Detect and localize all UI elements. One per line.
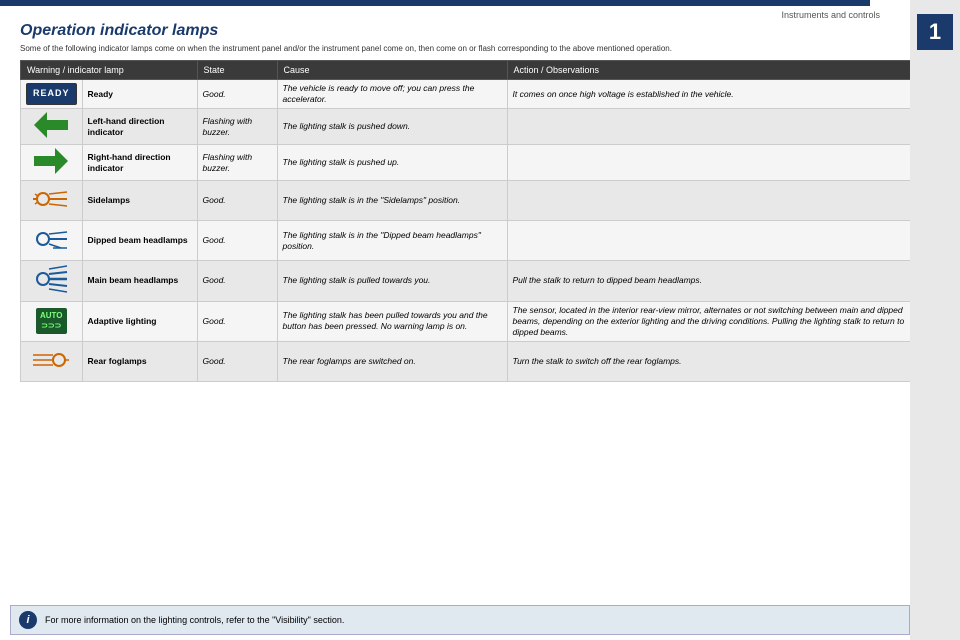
col-cause: Cause	[277, 61, 507, 80]
indicator-table: Warning / indicator lamp State Cause Act…	[20, 60, 920, 382]
info-text: For more information on the lighting con…	[45, 615, 344, 625]
table-row: Main beam headlamps Good. The lighting s…	[21, 261, 920, 301]
row-state: Flashing with buzzer.	[197, 109, 277, 145]
col-state: State	[197, 61, 277, 80]
row-state: Flashing with buzzer.	[197, 145, 277, 181]
row-action: It comes on once high voltage is establi…	[507, 80, 919, 109]
col-action: Action / Observations	[507, 61, 919, 80]
row-icon	[21, 109, 83, 145]
page-subtitle: Some of the following indicator lamps co…	[20, 43, 900, 54]
row-state: Good.	[197, 80, 277, 109]
row-icon	[21, 261, 83, 301]
table-row: READY Ready Good. The vehicle is ready t…	[21, 80, 920, 109]
row-cause: The lighting stalk is pushed up.	[277, 145, 507, 181]
row-name: Adaptive lighting	[82, 301, 197, 341]
row-cause: The lighting stalk is pushed down.	[277, 109, 507, 145]
table-row: Sidelamps Good. The lighting stalk is in…	[21, 181, 920, 221]
row-state: Good.	[197, 261, 277, 301]
row-state: Good.	[197, 221, 277, 261]
row-name: Main beam headlamps	[82, 261, 197, 301]
row-icon	[21, 221, 83, 261]
row-name: Ready	[82, 80, 197, 109]
row-name: Rear foglamps	[82, 341, 197, 381]
tab-number: 1	[917, 14, 953, 50]
page-title: Operation indicator lamps	[20, 22, 940, 40]
row-state: Good.	[197, 181, 277, 221]
right-tab: 1	[910, 0, 960, 640]
row-cause: The rear foglamps are switched on.	[277, 341, 507, 381]
row-cause: The lighting stalk is pulled towards you…	[277, 261, 507, 301]
row-state: Good.	[197, 301, 277, 341]
table-row: Left-hand direction indicator Flashing w…	[21, 109, 920, 145]
table-row: Dipped beam headlamps Good. The lighting…	[21, 221, 920, 261]
row-icon: AUTO⊃⊃⊃	[21, 301, 83, 341]
info-bar: i For more information on the lighting c…	[10, 605, 910, 635]
top-bar-decoration	[0, 0, 870, 6]
row-action: Pull the stalk to return to dipped beam …	[507, 261, 919, 301]
info-icon: i	[19, 611, 37, 629]
row-icon	[21, 181, 83, 221]
row-icon	[21, 341, 83, 381]
row-action	[507, 221, 919, 261]
row-action	[507, 145, 919, 181]
row-cause: The lighting stalk has been pulled towar…	[277, 301, 507, 341]
row-action	[507, 181, 919, 221]
row-name: Right-hand direction indicator	[82, 145, 197, 181]
row-action: Turn the stalk to switch off the rear fo…	[507, 341, 919, 381]
row-cause: The vehicle is ready to move off; you ca…	[277, 80, 507, 109]
page-container: 1 Instruments and controls Operation ind…	[0, 0, 960, 640]
row-name: Dipped beam headlamps	[82, 221, 197, 261]
row-state: Good.	[197, 341, 277, 381]
row-cause: The lighting stalk is in the "Sidelamps"…	[277, 181, 507, 221]
row-cause: The lighting stalk is in the "Dipped bea…	[277, 221, 507, 261]
row-name: Left-hand direction indicator	[82, 109, 197, 145]
row-action: The sensor, located in the interior rear…	[507, 301, 919, 341]
row-name: Sidelamps	[82, 181, 197, 221]
table-row: Rear foglamps Good. The rear foglamps ar…	[21, 341, 920, 381]
row-icon: READY	[21, 80, 83, 109]
table-row: Right-hand direction indicator Flashing …	[21, 145, 920, 181]
section-category: Instruments and controls	[20, 10, 940, 20]
row-action	[507, 109, 919, 145]
table-row: AUTO⊃⊃⊃ Adaptive lighting Good. The ligh…	[21, 301, 920, 341]
col-warning: Warning / indicator lamp	[21, 61, 198, 80]
row-icon	[21, 145, 83, 181]
